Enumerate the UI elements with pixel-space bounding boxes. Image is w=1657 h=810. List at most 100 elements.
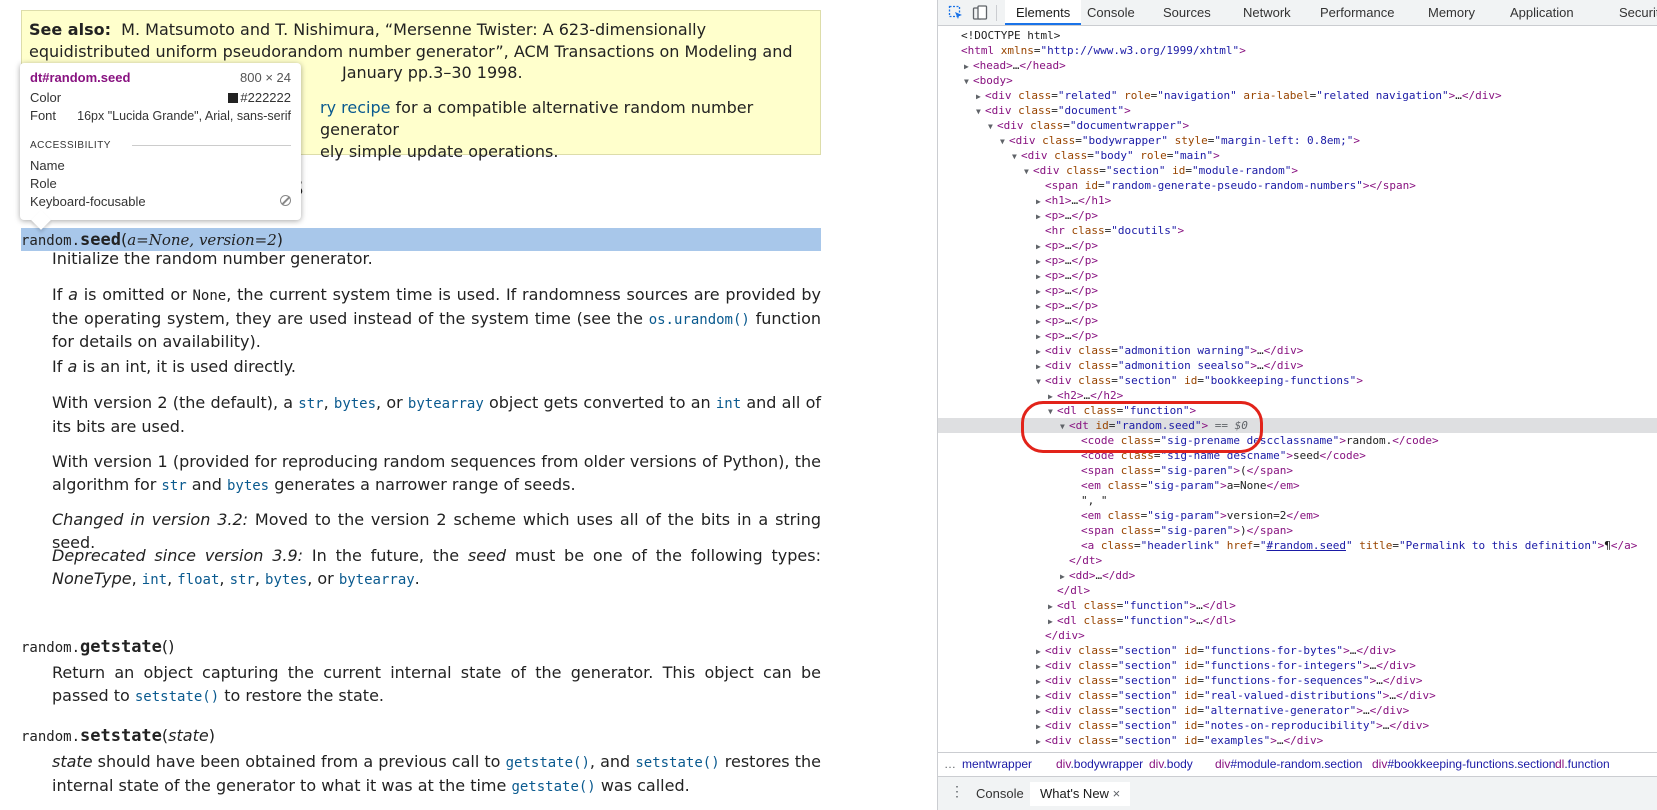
dom-node[interactable]: ▶ <head>…</head> [938,58,1657,73]
expand-arrow-icon[interactable]: ▶ [1036,359,1045,374]
dom-node[interactable]: ▶ <p>…</p> [938,268,1657,283]
tab-elements[interactable]: Elements [1005,0,1082,25]
dom-node[interactable]: ▶ <dl class="function">…</dl> [938,598,1657,613]
collapse-arrow-icon[interactable]: ▼ [1000,134,1009,149]
dom-node[interactable]: ▶ <div class="section" id="functions-for-… [938,643,1657,658]
dom-node[interactable]: ▼ <div class="document"> [938,103,1657,118]
dom-node[interactable]: ▶ <p>…</p> [938,328,1657,343]
tab-console[interactable]: Console [1076,0,1146,25]
drawer-menu-icon[interactable]: ⋮ [950,783,964,800]
bytearray-link[interactable]: bytearray [408,396,484,412]
expand-arrow-icon[interactable]: ▶ [1036,734,1045,748]
expand-arrow-icon[interactable]: ▶ [1036,284,1045,299]
breadcrumb-item[interactable]: div#bookkeeping-functions.section [1372,753,1555,775]
dom-node[interactable]: ▶ <dl class="function">…</dl> [938,613,1657,628]
expand-arrow-icon[interactable]: ▶ [1036,209,1045,224]
expand-arrow-icon[interactable]: ▶ [1036,719,1045,734]
expand-arrow-icon[interactable]: ▶ [1048,389,1057,404]
inspect-element-icon[interactable] [948,5,964,21]
breadcrumb-item[interactable]: div#module-random.section [1215,753,1362,775]
expand-arrow-icon[interactable]: ▶ [1036,659,1045,674]
drawer-tab-what-s-new[interactable]: What's New × [1030,782,1131,806]
expand-arrow-icon[interactable]: ▶ [1036,194,1045,209]
getstate-link[interactable]: getstate() [511,779,595,795]
collapse-arrow-icon[interactable]: ▼ [1048,404,1057,419]
dom-node[interactable]: <hr class="docutils"> [938,223,1657,238]
dom-node[interactable]: ", " [938,493,1657,508]
int-link[interactable]: int [716,396,741,412]
dom-node[interactable]: ▼ <body> [938,73,1657,88]
drawer-tab-console[interactable]: Console [966,782,1034,806]
tab-performance[interactable]: Performance [1309,0,1405,25]
expand-arrow-icon[interactable]: ▶ [964,59,973,74]
breadcrumb-item[interactable]: div.body [1149,753,1193,775]
dom-node[interactable]: ▼ <div class="body" role="main"> [938,148,1657,163]
dom-node[interactable]: ▶ <div class="section" id="examples">…</d… [938,733,1657,748]
dom-node[interactable]: ▶ <div class="section" id="functions-for-… [938,658,1657,673]
str-link[interactable]: str [298,396,323,412]
dom-node[interactable]: ▶ <div class="section" id="notes-on-repro… [938,718,1657,733]
getstate-signature[interactable]: random.getstate() [21,636,174,659]
dom-node[interactable]: ▶ <p>…</p> [938,208,1657,223]
bytearray-link[interactable]: bytearray [339,572,415,588]
dom-node[interactable]: ▼ <div class="documentwrapper"> [938,118,1657,133]
dom-node[interactable]: ▶ <dd>…</dd> [938,568,1657,583]
tab-memory[interactable]: Memory [1417,0,1486,25]
setstate-link[interactable]: setstate() [135,689,219,705]
expand-arrow-icon[interactable]: ▶ [1060,569,1069,584]
setstate-signature[interactable]: random.setstate(state) [21,725,215,748]
dom-node-selected[interactable]: ▼ <dt id="random.seed"> == $0 [938,418,1657,433]
dom-node[interactable]: ▶ <p>…</p> [938,313,1657,328]
collapse-arrow-icon[interactable]: ▼ [964,74,973,89]
expand-arrow-icon[interactable]: ▶ [1036,674,1045,689]
dom-node[interactable]: ▶ <h2>…</h2> [938,388,1657,403]
dom-node[interactable]: ▶ <div class="admonition warning">…</div> [938,343,1657,358]
dom-node[interactable]: ▶ <div class="section" id="functions-for-… [938,673,1657,688]
dom-node[interactable]: </dt> [938,553,1657,568]
expand-arrow-icon[interactable]: ▶ [1036,329,1045,344]
dom-node[interactable]: <span class="sig-paren">(</span> [938,463,1657,478]
breadcrumb-item[interactable]: mentwrapper [962,753,1032,775]
dom-node[interactable]: <em class="sig-param">version=2</em> [938,508,1657,523]
dom-node[interactable]: <!DOCTYPE html> [938,28,1657,43]
int-link[interactable]: int [142,572,167,588]
dom-node[interactable]: ▶ <p>…</p> [938,298,1657,313]
getstate-link[interactable]: getstate() [506,755,590,771]
expand-arrow-icon[interactable]: ▶ [1036,239,1045,254]
dom-node[interactable]: ▶ <div class="section" id="alternative-ge… [938,703,1657,718]
dom-node[interactable]: ▼ <div class="section" id="bookkeeping-fu… [938,373,1657,388]
expand-arrow-icon[interactable]: ▶ [1036,314,1045,329]
expand-arrow-icon[interactable]: ▶ [1036,344,1045,359]
dom-node[interactable]: <a class="headerlink" href="#random.seed… [938,538,1657,553]
dom-node[interactable]: </dl> [938,583,1657,598]
dom-node[interactable]: ▶ <div class="related" role="navigation" … [938,88,1657,103]
dom-node[interactable]: ▶ <div class="admonition seealso">…</div> [938,358,1657,373]
expand-arrow-icon[interactable]: ▶ [1048,599,1057,614]
breadcrumb-overflow[interactable]: … [944,753,956,775]
dom-node[interactable]: ▶ <p>…</p> [938,238,1657,253]
float-link[interactable]: float [177,572,219,588]
bytes-link[interactable]: bytes [265,572,307,588]
expand-arrow-icon[interactable]: ▶ [1036,704,1045,719]
expand-arrow-icon[interactable]: ▶ [1036,269,1045,284]
tab-application[interactable]: Application [1499,0,1585,25]
expand-arrow-icon[interactable]: ▶ [1036,689,1045,704]
dom-node[interactable]: <html xmlns="http://www.w3.org/1999/xhtm… [938,43,1657,58]
collapse-arrow-icon[interactable]: ▼ [1012,149,1021,164]
dom-node[interactable]: ▼ <dl class="function"> [938,403,1657,418]
str-link[interactable]: str [161,478,186,494]
breadcrumb-item[interactable]: div.bodywrapper [1056,753,1143,775]
dom-node[interactable]: ▶ <p>…</p> [938,253,1657,268]
dom-node[interactable]: ▶ <p>…</p> [938,283,1657,298]
close-icon[interactable]: × [1109,786,1121,801]
setstate-link[interactable]: setstate() [635,755,719,771]
tab-sources[interactable]: Sources [1152,0,1222,25]
dom-node[interactable]: <code class="sig-name descname">seed</co… [938,448,1657,463]
collapse-arrow-icon[interactable]: ▼ [1036,374,1045,389]
collapse-arrow-icon[interactable]: ▼ [976,104,985,119]
dom-node[interactable]: </div> [938,628,1657,643]
bytes-link[interactable]: bytes [227,478,269,494]
dom-node[interactable]: ▶ <h1>…</h1> [938,193,1657,208]
str-link[interactable]: str [230,572,255,588]
collapse-arrow-icon[interactable]: ▼ [1060,419,1069,434]
